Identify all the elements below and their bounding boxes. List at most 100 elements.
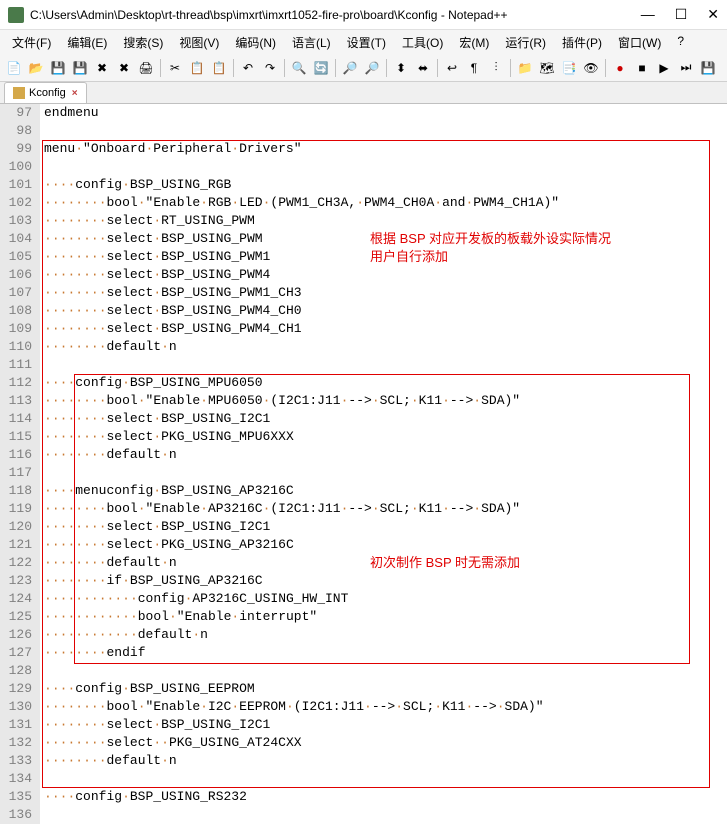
code-line[interactable]	[44, 122, 727, 140]
code-line[interactable]: ········select·BSP_USING_I2C1	[44, 716, 727, 734]
maximize-button[interactable]: ☐	[675, 6, 688, 23]
code-line[interactable]: ············config·AP3216C_USING_HW_INT	[44, 590, 727, 608]
play-icon[interactable]: ▶	[654, 58, 674, 78]
line-number: 100	[4, 158, 32, 176]
code-line[interactable]: ········bool·"Enable·RGB·LED·(PWM1_CH3A,…	[44, 194, 727, 212]
new-file-icon[interactable]: 📄	[4, 58, 24, 78]
code-line[interactable]: ········select·BSP_USING_PWM4	[44, 266, 727, 284]
separator	[335, 59, 336, 77]
editor[interactable]: 9798991001011021031041051061071081091101…	[0, 104, 727, 824]
code-line[interactable]: ····config·BSP_USING_RS232	[44, 788, 727, 806]
line-number: 118	[4, 482, 32, 500]
code-line[interactable]: ········select·BSP_USING_I2C1	[44, 410, 727, 428]
doc-map-icon[interactable]: 🗺	[537, 58, 557, 78]
separator	[233, 59, 234, 77]
annotation-1-line2: 用户自行添加	[370, 248, 611, 266]
code-line[interactable]: ············bool·"Enable·interrupt"	[44, 608, 727, 626]
code-line[interactable]: menu·"Onboard·Peripheral·Drivers"	[44, 140, 727, 158]
find-icon[interactable]: 🔍	[289, 58, 309, 78]
code-line[interactable]	[44, 806, 727, 824]
code-line[interactable]: ············default·n	[44, 626, 727, 644]
code-line[interactable]: ········default·n	[44, 446, 727, 464]
code-line[interactable]: ········select·BSP_USING_PWM4_CH0	[44, 302, 727, 320]
cut-icon[interactable]: ✂	[165, 58, 185, 78]
menu-view[interactable]: 视图(V)	[171, 30, 227, 54]
code-line[interactable]	[44, 662, 727, 680]
menu-macro[interactable]: 宏(M)	[451, 30, 497, 54]
menu-tools[interactable]: 工具(O)	[394, 30, 451, 54]
menu-settings[interactable]: 设置(T)	[339, 30, 394, 54]
code-line[interactable]	[44, 356, 727, 374]
paste-icon[interactable]: 📋	[209, 58, 229, 78]
menu-run[interactable]: 运行(R)	[497, 30, 554, 54]
sync-v-icon[interactable]: ⬍	[391, 58, 411, 78]
code-line[interactable]: ········bool·"Enable·MPU6050·(I2C1:J11·-…	[44, 392, 727, 410]
tab-kconfig[interactable]: Kconfig ×	[4, 82, 87, 103]
close-all-icon[interactable]: ✖	[114, 58, 134, 78]
line-number: 125	[4, 608, 32, 626]
menu-file[interactable]: 文件(F)	[4, 30, 59, 54]
code-area[interactable]: 根据 BSP 对应开发板的板载外设实际情况 用户自行添加 初次制作 BSP 时无…	[40, 104, 727, 824]
code-line[interactable]: ····config·BSP_USING_EEPROM	[44, 680, 727, 698]
line-number: 120	[4, 518, 32, 536]
code-line[interactable]: ········default·n	[44, 752, 727, 770]
menu-plugins[interactable]: 插件(P)	[554, 30, 610, 54]
indent-guide-icon[interactable]: ⫶	[486, 58, 506, 78]
open-file-icon[interactable]: 📂	[26, 58, 46, 78]
zoom-out-icon[interactable]: 🔎	[362, 58, 382, 78]
line-number: 114	[4, 410, 32, 428]
code-line[interactable]: ····config·BSP_USING_RGB	[44, 176, 727, 194]
code-line[interactable]	[44, 158, 727, 176]
stop-icon[interactable]: ■	[632, 58, 652, 78]
save-icon[interactable]: 💾	[48, 58, 68, 78]
menu-search[interactable]: 搜索(S)	[115, 30, 171, 54]
code-line[interactable]: ········endif	[44, 644, 727, 662]
sync-h-icon[interactable]: ⬌	[413, 58, 433, 78]
code-line[interactable]: ········select·BSP_USING_PWM1_CH3	[44, 284, 727, 302]
close-file-icon[interactable]: ✖	[92, 58, 112, 78]
code-line[interactable]	[44, 770, 727, 788]
code-line[interactable]: endmenu	[44, 104, 727, 122]
menu-window[interactable]: 窗口(W)	[610, 30, 669, 54]
code-line[interactable]: ········bool·"Enable·I2C·EEPROM·(I2C1:J1…	[44, 698, 727, 716]
record-icon[interactable]: ●	[610, 58, 630, 78]
line-number: 99	[4, 140, 32, 158]
print-icon[interactable]: 🖨	[136, 58, 156, 78]
menu-help[interactable]: ?	[669, 30, 692, 54]
folder-icon[interactable]: 📁	[515, 58, 535, 78]
code-line[interactable]: ········select·RT_USING_PWM	[44, 212, 727, 230]
line-number: 107	[4, 284, 32, 302]
code-line[interactable]: ········select·BSP_USING_I2C1	[44, 518, 727, 536]
menu-language[interactable]: 语言(L)	[284, 30, 339, 54]
monitor-icon[interactable]: 👁	[581, 58, 601, 78]
code-line[interactable]: ········select·PKG_USING_MPU6XXX	[44, 428, 727, 446]
save-macro-icon[interactable]: 💾	[698, 58, 718, 78]
menu-edit[interactable]: 编辑(E)	[59, 30, 115, 54]
show-all-chars-icon[interactable]: ¶	[464, 58, 484, 78]
code-line[interactable]: ········default·n	[44, 338, 727, 356]
play-multi-icon[interactable]: ⏭	[676, 58, 696, 78]
code-line[interactable]: ········select·BSP_USING_PWM4_CH1	[44, 320, 727, 338]
code-line[interactable]: ········bool·"Enable·AP3216C·(I2C1:J11·-…	[44, 500, 727, 518]
code-line[interactable]: ····menuconfig·BSP_USING_AP3216C	[44, 482, 727, 500]
wordwrap-icon[interactable]: ↩	[442, 58, 462, 78]
menu-encoding[interactable]: 编码(N)	[227, 30, 284, 54]
code-line[interactable]: ····config·BSP_USING_MPU6050	[44, 374, 727, 392]
menubar: 文件(F) 编辑(E) 搜索(S) 视图(V) 编码(N) 语言(L) 设置(T…	[0, 30, 727, 54]
func-list-icon[interactable]: 📑	[559, 58, 579, 78]
close-button[interactable]: ✕	[707, 6, 719, 23]
tab-close-icon[interactable]: ×	[72, 88, 78, 99]
redo-icon[interactable]: ↷	[260, 58, 280, 78]
line-number: 122	[4, 554, 32, 572]
code-line[interactable]: ········select··PKG_USING_AT24CXX	[44, 734, 727, 752]
replace-icon[interactable]: 🔄	[311, 58, 331, 78]
save-all-icon[interactable]: 💾	[70, 58, 90, 78]
code-line[interactable]	[44, 464, 727, 482]
line-number: 128	[4, 662, 32, 680]
minimize-button[interactable]: —	[641, 6, 655, 23]
undo-icon[interactable]: ↶	[238, 58, 258, 78]
zoom-in-icon[interactable]: 🔎	[340, 58, 360, 78]
copy-icon[interactable]: 📋	[187, 58, 207, 78]
code-line[interactable]: ········if·BSP_USING_AP3216C	[44, 572, 727, 590]
code-line[interactable]: ········select·PKG_USING_AP3216C	[44, 536, 727, 554]
